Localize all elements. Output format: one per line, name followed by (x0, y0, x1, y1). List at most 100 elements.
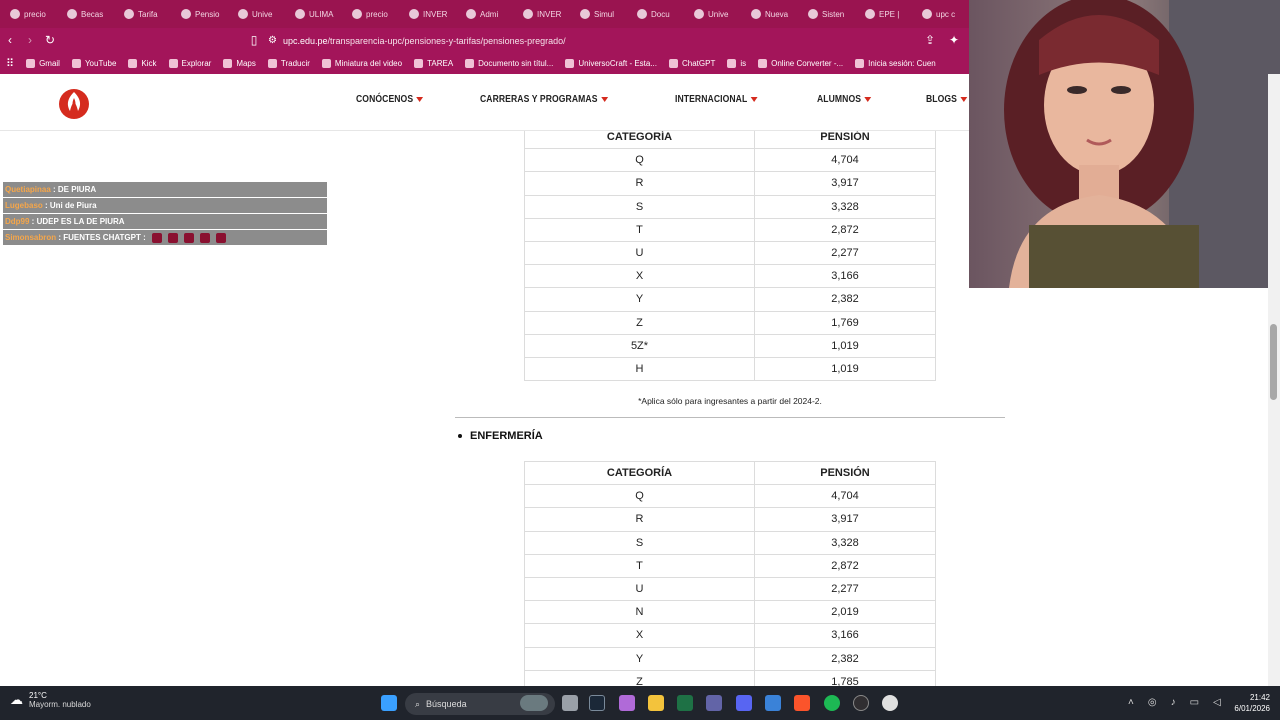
pension-table-enfermeria: CATEGORÍA PENSIÓN Q 4,704 R 3,917 S 3,328 T 2,8… (524, 460, 936, 686)
copilot-icon[interactable] (619, 695, 635, 711)
nav-item-label: BLOGS (926, 94, 958, 105)
emote-icon (167, 232, 178, 243)
bookmark-item[interactable]: Inicia sesión: Cuen (855, 58, 936, 68)
nav-item[interactable]: CARRERAS Y PROGRAMAS (480, 94, 609, 105)
reload-icon[interactable]: ↻ (40, 33, 60, 47)
excel-icon[interactable] (677, 695, 693, 711)
file-explorer-icon[interactable] (648, 695, 664, 711)
nav-item[interactable]: INTERNACIONAL (675, 94, 758, 105)
browser-tab[interactable]: Simul (574, 0, 631, 28)
back-icon[interactable]: ‹ (0, 33, 20, 47)
weather-widget[interactable]: ☁ 21°C Mayorm. nublado (10, 691, 91, 709)
nav-item[interactable]: CONÓCENOS (356, 94, 424, 105)
bookmark-item[interactable]: ChatGPT (669, 58, 715, 68)
browser-tab[interactable]: ULIMA (289, 0, 346, 28)
bookmark-item[interactable]: YouTube (71, 58, 117, 68)
address-bar[interactable]: ⚙ upc.edu.pe/transparencia-upc/pensiones… (268, 32, 968, 49)
nav-item[interactable]: ALUMNOS (817, 94, 872, 105)
bookmark-item[interactable]: Documento sin títul... (465, 58, 553, 68)
bookmark-item[interactable]: Explorar (168, 58, 211, 68)
browser-tab[interactable]: INVER (517, 0, 574, 28)
volume-icon[interactable]: ◁ (1213, 697, 1221, 708)
apps-icon[interactable]: ⠿ (6, 57, 14, 70)
pension-cell: 2,019 (754, 600, 936, 625)
browser-tab[interactable]: Admi (460, 0, 517, 28)
spotify-icon[interactable] (824, 695, 840, 711)
discord-icon[interactable] (736, 695, 752, 711)
table-row: U 2,277 (524, 576, 936, 602)
chevron-down-icon (960, 97, 968, 102)
bullet-icon (458, 434, 462, 439)
browser-tab[interactable]: precio (346, 0, 403, 28)
chrome-icon[interactable] (882, 695, 898, 711)
widget-icon[interactable] (520, 695, 548, 711)
start-button-icon[interactable] (381, 695, 397, 711)
browser-tab[interactable]: Tarifa (118, 0, 175, 28)
bookmark-item[interactable]: Miniatura del video (321, 58, 402, 68)
pension-cell: 3,328 (754, 530, 936, 555)
search-icon: ⌕ (415, 698, 421, 709)
browser-tab[interactable]: precio (4, 0, 61, 28)
browser-tab[interactable]: INVER (403, 0, 460, 28)
mail-icon[interactable] (765, 695, 781, 711)
bookmark-item[interactable]: UniversoCraft - Esta... (565, 58, 657, 68)
tab-label: Nueva (765, 9, 789, 19)
display-icon[interactable]: ▭ (1190, 697, 1199, 708)
table-row: S 3,328 (524, 530, 936, 555)
microphone-icon[interactable]: ♪ (1171, 697, 1176, 708)
browser-tab[interactable]: Sisten (802, 0, 859, 28)
bookmark-item[interactable]: Traducir (267, 58, 310, 68)
bookmark-item[interactable]: Online Converter -... (758, 58, 843, 68)
teams-icon[interactable] (706, 695, 722, 711)
tab-label: Unive (708, 9, 729, 19)
bookmark-item[interactable]: TAREA (414, 58, 453, 68)
browser-tab[interactable]: Docu (631, 0, 688, 28)
network-icon[interactable]: ◎ (1148, 697, 1157, 708)
brave-icon[interactable] (794, 695, 810, 711)
tab-label: Docu (651, 9, 670, 19)
bookmark-label: UniversoCraft - Esta... (578, 58, 657, 68)
tab-label: Tarifa (138, 9, 158, 19)
browser-tab[interactable]: EPE | (859, 0, 916, 28)
extension-icon[interactable]: ✦ (944, 33, 964, 47)
chevron-up-icon[interactable]: ˄ (1128, 697, 1134, 708)
table-row: H 1,019 (524, 356, 936, 382)
category-cell: Z (524, 669, 755, 686)
bookmark-item[interactable]: Kick (128, 58, 157, 68)
bookmark-label: is (740, 58, 747, 68)
browser-tab[interactable]: Nueva (745, 0, 802, 28)
forward-icon[interactable]: › (20, 33, 40, 47)
browser-tab[interactable]: Unive (232, 0, 289, 28)
bookmark-item[interactable]: Gmail (26, 58, 60, 68)
nav-item[interactable]: BLOGS (926, 94, 968, 105)
tab-label: Becas (81, 9, 104, 19)
bookmark-label: YouTube (84, 58, 117, 68)
page-scrollbar[interactable] (1268, 74, 1280, 686)
bookmark-label: Maps (236, 58, 256, 68)
bookmark-icon[interactable]: ▯ (244, 33, 264, 47)
pension-cell: 3,917 (754, 507, 936, 532)
bookmark-favicon-icon (321, 58, 331, 68)
site-info-icon[interactable]: ⚙ (268, 35, 277, 46)
browser-tab[interactable]: Unive (688, 0, 745, 28)
obs-icon[interactable] (853, 695, 869, 711)
pension-cell: 2,382 (754, 646, 936, 671)
share-icon[interactable]: ⇪ (920, 33, 940, 47)
category-cell: S (524, 194, 755, 219)
category-cell: T (524, 553, 755, 578)
scrollbar-thumb[interactable] (1270, 324, 1277, 400)
browser-tab[interactable]: Becas (61, 0, 118, 28)
upc-logo-icon[interactable] (56, 84, 92, 120)
task-view-icon[interactable] (562, 695, 578, 711)
pension-cell: 2,382 (754, 287, 936, 312)
steam-icon[interactable] (589, 695, 605, 711)
bookmark-item[interactable]: Maps (223, 58, 256, 68)
bookmark-favicon-icon (727, 58, 737, 68)
tab-favicon-icon (580, 9, 590, 19)
bookmark-item[interactable]: is (727, 58, 747, 68)
browser-tab[interactable]: Pensio (175, 0, 232, 28)
tab-favicon-icon (922, 9, 932, 19)
taskbar-clock[interactable]: 21:42 6/01/2026 (1234, 692, 1270, 714)
table-row: X 3,166 (524, 623, 936, 648)
browser-tab[interactable]: upc c (916, 0, 973, 28)
